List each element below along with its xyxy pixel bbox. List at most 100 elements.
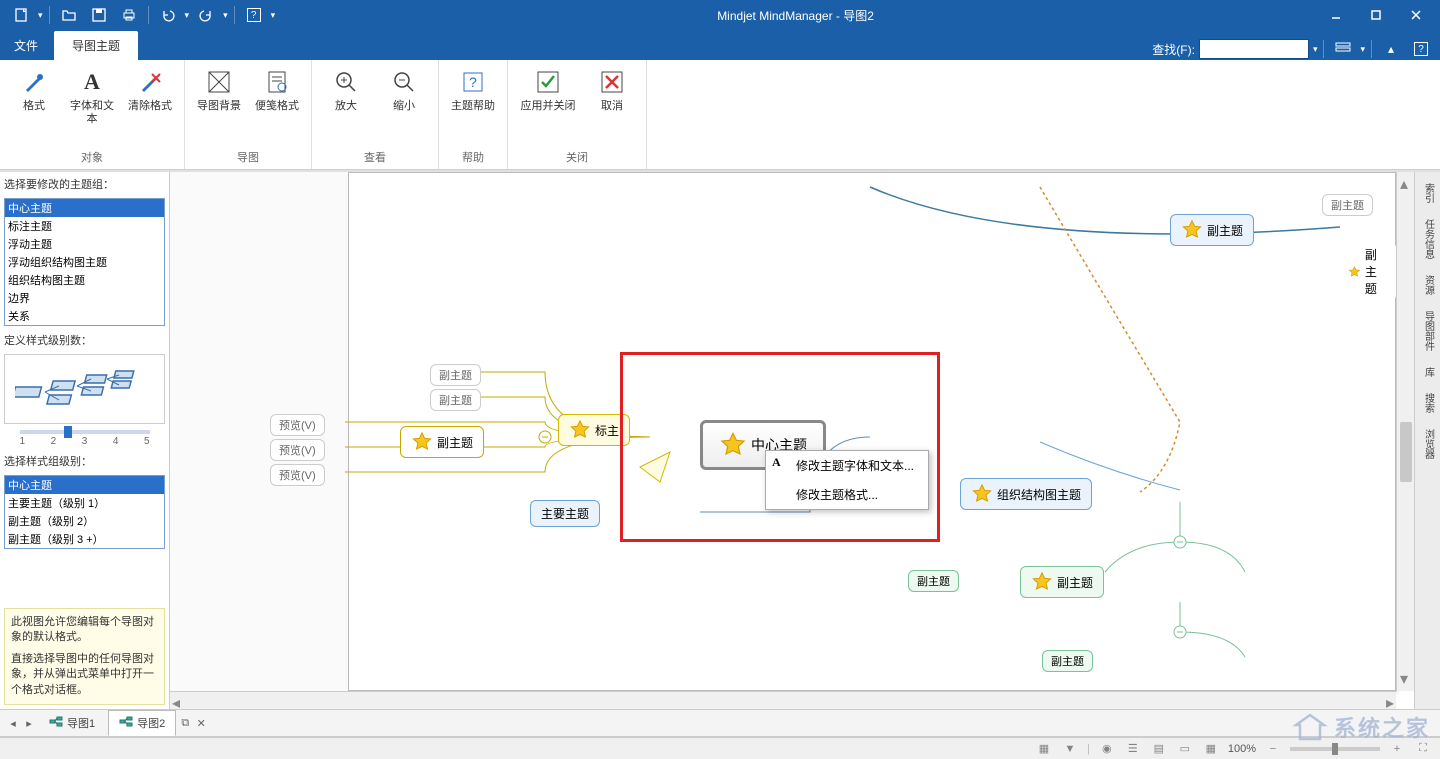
horizontal-scrollbar[interactable]: ◂▸ bbox=[170, 691, 1396, 709]
doc-tab-2[interactable]: 导图2 bbox=[108, 710, 176, 736]
ribbon-map-bg-button[interactable]: 导图背景 bbox=[193, 64, 245, 117]
node-org-chart[interactable]: 组织结构图主题 bbox=[960, 478, 1092, 510]
doc-tab-1[interactable]: 导图1 bbox=[38, 710, 106, 736]
node-main-topic[interactable]: 主要主题 bbox=[530, 500, 600, 527]
list-item[interactable]: 副主题（级别 3 +） bbox=[5, 530, 164, 548]
close-button[interactable] bbox=[1396, 0, 1436, 30]
check-icon bbox=[534, 68, 562, 96]
ribbon-zoom-in-button[interactable]: 放大 bbox=[320, 64, 372, 117]
ribbon-clear-format-button[interactable]: 清除格式 bbox=[124, 64, 176, 117]
star-icon bbox=[719, 431, 747, 459]
map-bg-icon bbox=[205, 68, 233, 96]
ribbon-cancel-button[interactable]: 取消 bbox=[586, 64, 638, 117]
svg-text:?: ? bbox=[469, 74, 477, 90]
ribbon-apply-close-button[interactable]: 应用并关闭 bbox=[516, 64, 580, 117]
view-map-icon[interactable]: ◉ bbox=[1098, 741, 1116, 757]
context-menu: A 修改主题字体和文本... 修改主题格式... bbox=[765, 450, 929, 510]
ribbon-theme-help-button[interactable]: ? 主题帮助 bbox=[447, 64, 499, 117]
ribbon-font-text-button[interactable]: A 字体和文本 bbox=[66, 64, 118, 130]
qa-help-button[interactable]: ? bbox=[241, 4, 267, 26]
node-subtopic-star[interactable]: 副主题 bbox=[1170, 214, 1254, 246]
document-tabs: ◂ ▸ 导图1 导图2 ⧉ ✕ bbox=[0, 709, 1440, 737]
list-item[interactable]: 标注主题 bbox=[5, 217, 164, 235]
right-tab-index[interactable]: 索引 bbox=[1417, 176, 1439, 210]
right-tab-resource[interactable]: 资源 bbox=[1417, 268, 1439, 302]
list-item[interactable]: 中心主题 bbox=[5, 476, 164, 494]
list-item[interactable]: 中心主题 bbox=[5, 199, 164, 217]
app-title: Mindjet MindManager - 导图2 bbox=[275, 7, 1316, 24]
zoom-slider[interactable] bbox=[1290, 747, 1380, 751]
node-callout[interactable]: 标主 bbox=[558, 414, 630, 446]
right-tab-taskinfo[interactable]: 任务信息 bbox=[1417, 212, 1439, 266]
ribbon: 格式 A 字体和文本 清除格式 对象 导图背景 便笺格式 导图 bbox=[0, 60, 1440, 170]
qa-undo-button[interactable] bbox=[155, 4, 181, 26]
tab-popout-icon[interactable]: ⧉ bbox=[178, 716, 192, 730]
ribbon-collapse-icon[interactable]: ▴ bbox=[1378, 38, 1404, 60]
list-item[interactable]: 组织结构图主题 bbox=[5, 271, 164, 289]
menu-file[interactable]: 文件 bbox=[0, 31, 52, 60]
cancel-icon bbox=[598, 68, 626, 96]
vertical-scrollbar[interactable]: ▴▾ bbox=[1396, 172, 1414, 691]
help-icon[interactable]: ? bbox=[1408, 38, 1434, 60]
node-subtopic-star[interactable]: 副主题 bbox=[400, 426, 484, 458]
node-preview[interactable]: 预览(V) bbox=[270, 464, 325, 486]
right-tab-mapparts[interactable]: 导图部件 bbox=[1417, 304, 1439, 358]
qa-new-button[interactable] bbox=[8, 4, 34, 26]
ctx-modify-font[interactable]: A 修改主题字体和文本... bbox=[766, 451, 928, 480]
right-tab-library[interactable]: 库 bbox=[1417, 360, 1439, 384]
node-subtopic[interactable]: 副主题 bbox=[1322, 194, 1373, 216]
ribbon-format-button[interactable]: 格式 bbox=[8, 64, 60, 117]
view-outline-icon[interactable]: ☰ bbox=[1124, 741, 1142, 757]
node-preview[interactable]: 预览(V) bbox=[270, 414, 325, 436]
ribbon-group-help-label: 帮助 bbox=[447, 147, 499, 167]
qa-open-button[interactable] bbox=[56, 4, 82, 26]
minimize-button[interactable] bbox=[1316, 0, 1356, 30]
right-tab-browser[interactable]: 浏览器 bbox=[1417, 422, 1439, 466]
zoom-out-icon[interactable]: − bbox=[1264, 741, 1282, 757]
qa-save-button[interactable] bbox=[86, 4, 112, 26]
node-subtopic[interactable]: 副主题 bbox=[908, 570, 959, 592]
levels-slider[interactable]: 1 2 3 4 5 bbox=[4, 430, 165, 447]
fit-icon[interactable]: ⛶ bbox=[1414, 741, 1432, 757]
list-item[interactable]: 关系 bbox=[5, 307, 164, 325]
tab-close-icon[interactable]: ✕ bbox=[194, 716, 208, 730]
note-icon bbox=[263, 68, 291, 96]
maximize-button[interactable] bbox=[1356, 0, 1396, 30]
ribbon-zoom-out-button[interactable]: 缩小 bbox=[378, 64, 430, 117]
node-subtopic[interactable]: 副主题 bbox=[430, 364, 481, 386]
qa-print-button[interactable] bbox=[116, 4, 142, 26]
search-dropdown-icon[interactable]: ▾ bbox=[1313, 44, 1318, 55]
qa-redo-button[interactable] bbox=[193, 4, 219, 26]
node-subtopic[interactable]: 副主题 bbox=[430, 389, 481, 411]
zoom-in-icon[interactable]: + bbox=[1388, 741, 1406, 757]
node-subtopic-star[interactable]: 副主题 bbox=[1020, 566, 1104, 598]
node-subtopic[interactable]: 副主题 bbox=[1042, 650, 1093, 672]
node-preview[interactable]: 预览(V) bbox=[270, 439, 325, 461]
filter-icon[interactable]: ▼ bbox=[1061, 741, 1079, 757]
canvas-area[interactable]: 副主题 副主题 预览(V) 预览(V) 预览(V) 副主题 标主 主要主题 中心… bbox=[170, 172, 1414, 709]
view-gantt-icon[interactable]: ▤ bbox=[1150, 741, 1168, 757]
list-item[interactable]: 主要主题（级别 1） bbox=[5, 494, 164, 512]
tab-nav-prev[interactable]: ◂ bbox=[6, 716, 20, 730]
view-presentation-icon[interactable]: ▭ bbox=[1176, 741, 1194, 757]
tab-nav-next[interactable]: ▸ bbox=[22, 716, 36, 730]
tab-map-theme[interactable]: 导图主题 bbox=[54, 31, 138, 60]
ctx-modify-format[interactable]: 修改主题格式... bbox=[766, 480, 928, 509]
list-item[interactable]: 浮动组织结构图主题 bbox=[5, 253, 164, 271]
theme-help-icon: ? bbox=[459, 68, 487, 96]
search-input[interactable] bbox=[1199, 39, 1309, 59]
star-icon bbox=[411, 431, 433, 453]
list-item[interactable]: 浮动主题 bbox=[5, 235, 164, 253]
view-calendar-icon[interactable]: ▦ bbox=[1202, 741, 1220, 757]
style-level-list[interactable]: 中心主题 主要主题（级别 1） 副主题（级别 2） 副主题（级别 3 +） bbox=[4, 475, 165, 549]
list-item[interactable]: 副主题（级别 2） bbox=[5, 512, 164, 530]
star-icon bbox=[1181, 219, 1203, 241]
view-mode-icon[interactable]: ▦ bbox=[1035, 741, 1053, 757]
ribbon-toolbar-icon[interactable] bbox=[1330, 38, 1356, 60]
theme-group-list[interactable]: 中心主题 标注主题 浮动主题 浮动组织结构图主题 组织结构图主题 边界 关系 bbox=[4, 198, 165, 326]
ribbon-note-format-button[interactable]: 便笺格式 bbox=[251, 64, 303, 117]
zoom-out-icon bbox=[390, 68, 418, 96]
node-subtopic-star[interactable]: 副主题 bbox=[1338, 242, 1396, 301]
right-tab-search[interactable]: 搜索 bbox=[1417, 386, 1439, 420]
list-item[interactable]: 边界 bbox=[5, 289, 164, 307]
